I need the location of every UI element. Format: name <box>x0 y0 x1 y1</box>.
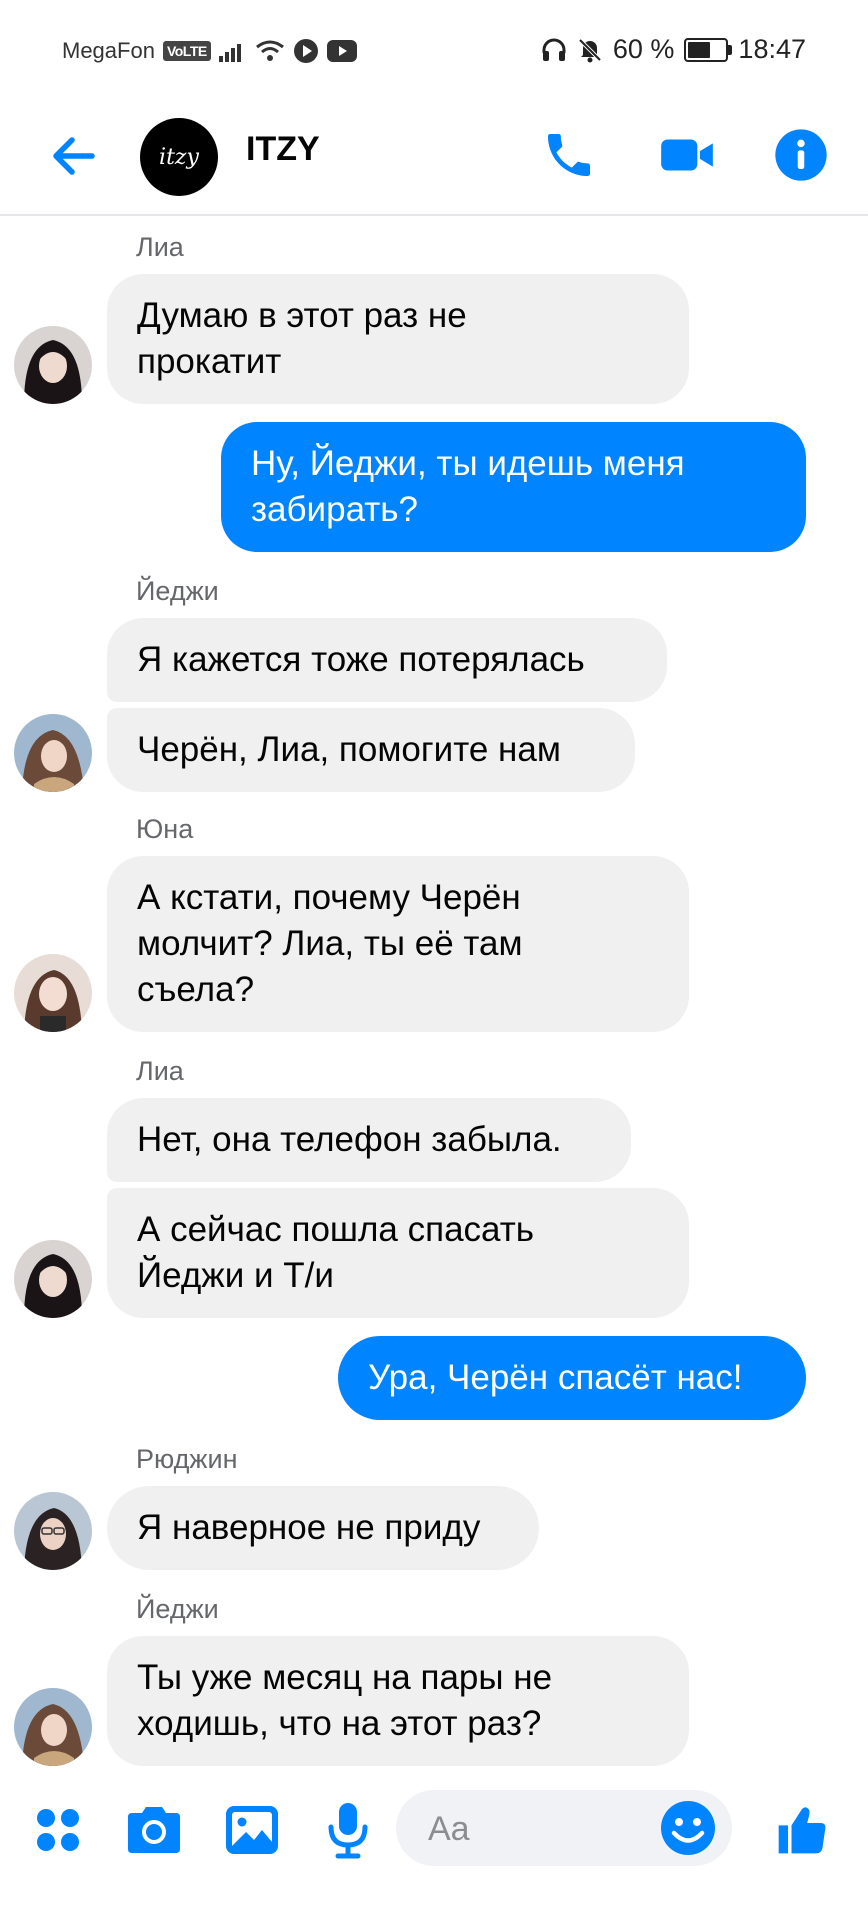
status-bar: MegaFon VoLTE 60 % 18:47 <box>0 0 868 104</box>
headphones-icon <box>542 38 566 61</box>
status-left: MegaFon VoLTE <box>62 38 357 64</box>
message-line: Нет, она телефон забыла. <box>137 1120 562 1159</box>
youtube-icon <box>326 40 357 62</box>
avatar-image <box>14 954 92 1032</box>
message-line: Я наверное не приду <box>137 1508 481 1547</box>
volte-badge: VoLTE <box>162 41 211 61</box>
avatar-yuna[interactable] <box>14 954 92 1032</box>
avatar-image <box>14 1688 92 1766</box>
sender-name: Рюджин <box>136 1444 238 1474</box>
message-line: съела? <box>137 970 255 1009</box>
incoming-message[interactable]: Я наверное не приду <box>107 1486 539 1570</box>
avatar-yeji[interactable] <box>14 1688 92 1766</box>
message-line: А сейчас пошла спасать <box>137 1210 534 1249</box>
message-line: Ты уже месяц на пары не <box>137 1658 553 1697</box>
avatar-image <box>14 1492 92 1570</box>
battery-percent: 60 % <box>612 34 675 64</box>
group-avatar[interactable]: itzy <box>140 118 218 196</box>
call-button[interactable] <box>536 122 602 188</box>
sender-name: Лиа <box>136 232 184 262</box>
camera-icon <box>128 1807 180 1853</box>
avatar-lia[interactable] <box>14 326 92 404</box>
carrier-name: MegaFon <box>62 38 155 63</box>
message-line: Я кажется тоже потерялась <box>137 640 585 679</box>
signal-icon <box>218 44 241 62</box>
message-line: Ура, Черён спасёт нас! <box>368 1358 743 1397</box>
message-line: Думаю в этот раз не <box>137 296 467 335</box>
outgoing-message[interactable]: Ну, Йеджи, ты идешь меня забирать? <box>221 422 806 552</box>
incoming-message[interactable]: Я кажется тоже потерялась <box>107 618 667 702</box>
message-line: ходишь, что на этот раз? <box>137 1704 542 1743</box>
video-camera-icon <box>661 139 713 171</box>
incoming-message[interactable]: Нет, она телефон забыла. <box>107 1098 631 1182</box>
message-line: А кстати, почему Черён <box>137 878 521 917</box>
composer-bar <box>0 1778 868 1920</box>
message-input-container[interactable] <box>396 1790 732 1868</box>
message-list[interactable]: Лиа Думаю в этот раз не прокатит Ну, Йед… <box>0 214 868 1774</box>
avatar-lia[interactable] <box>14 1240 92 1318</box>
camera-button[interactable] <box>122 1798 186 1862</box>
message-line: Черён, Лиа, помогите нам <box>137 730 561 769</box>
message-line: прокатит <box>137 342 282 381</box>
outgoing-message[interactable]: Ура, Черён спасёт нас! <box>338 1336 806 1420</box>
sender-name: Юна <box>136 814 194 844</box>
message-line: Йеджи и Т/и <box>137 1256 334 1295</box>
sender-name: Йеджи <box>136 1594 219 1624</box>
emoji-button[interactable] <box>658 1798 718 1858</box>
emoji-icon <box>661 1801 715 1855</box>
status-right: 60 % 18:47 <box>541 34 806 65</box>
play-icon <box>293 39 318 63</box>
avatar-ryujin[interactable] <box>14 1492 92 1570</box>
apps-grid-icon <box>37 1809 79 1851</box>
back-button[interactable] <box>44 126 104 186</box>
apps-button[interactable] <box>26 1798 90 1862</box>
sender-name: Лиа <box>136 1056 184 1086</box>
message-line: Ну, Йеджи, ты идешь меня <box>251 444 685 483</box>
incoming-message[interactable]: Черён, Лиа, помогите нам <box>107 708 635 792</box>
message-line: забирать? <box>251 490 419 529</box>
avatar-image <box>14 1240 92 1318</box>
voice-message-button[interactable] <box>316 1798 380 1862</box>
like-button[interactable] <box>770 1798 834 1862</box>
gallery-button[interactable] <box>220 1798 284 1862</box>
phone-icon <box>548 134 590 176</box>
back-arrow-icon <box>53 137 95 175</box>
gallery-icon <box>226 1806 278 1854</box>
chat-title[interactable]: ITZY <box>246 130 320 169</box>
chat-header: itzy ITZY <box>0 104 868 216</box>
video-call-button[interactable] <box>654 122 720 188</box>
incoming-message[interactable]: Ты уже месяц на пары не ходишь, что на э… <box>107 1636 689 1766</box>
incoming-message[interactable]: А кстати, почему Черён молчит? Лиа, ты е… <box>107 856 689 1032</box>
muted-bell-icon <box>578 38 602 62</box>
clock: 18:47 <box>738 34 806 64</box>
avatar-image <box>14 326 92 404</box>
microphone-icon <box>328 1803 368 1859</box>
group-avatar-logo: itzy <box>159 144 199 170</box>
wifi-icon <box>255 40 284 61</box>
info-button[interactable] <box>768 122 834 188</box>
thumbs-up-icon <box>778 1807 826 1854</box>
avatar-yeji[interactable] <box>14 714 92 792</box>
battery-icon <box>684 37 733 62</box>
incoming-message[interactable]: А сейчас пошла спасать Йеджи и Т/и <box>107 1188 689 1318</box>
message-input[interactable] <box>426 1790 650 1868</box>
info-icon <box>775 129 827 181</box>
message-line: молчит? Лиа, ты её там <box>137 924 523 963</box>
avatar-image <box>14 714 92 792</box>
sender-name: Йеджи <box>136 576 219 606</box>
incoming-message[interactable]: Думаю в этот раз не прокатит <box>107 274 689 404</box>
